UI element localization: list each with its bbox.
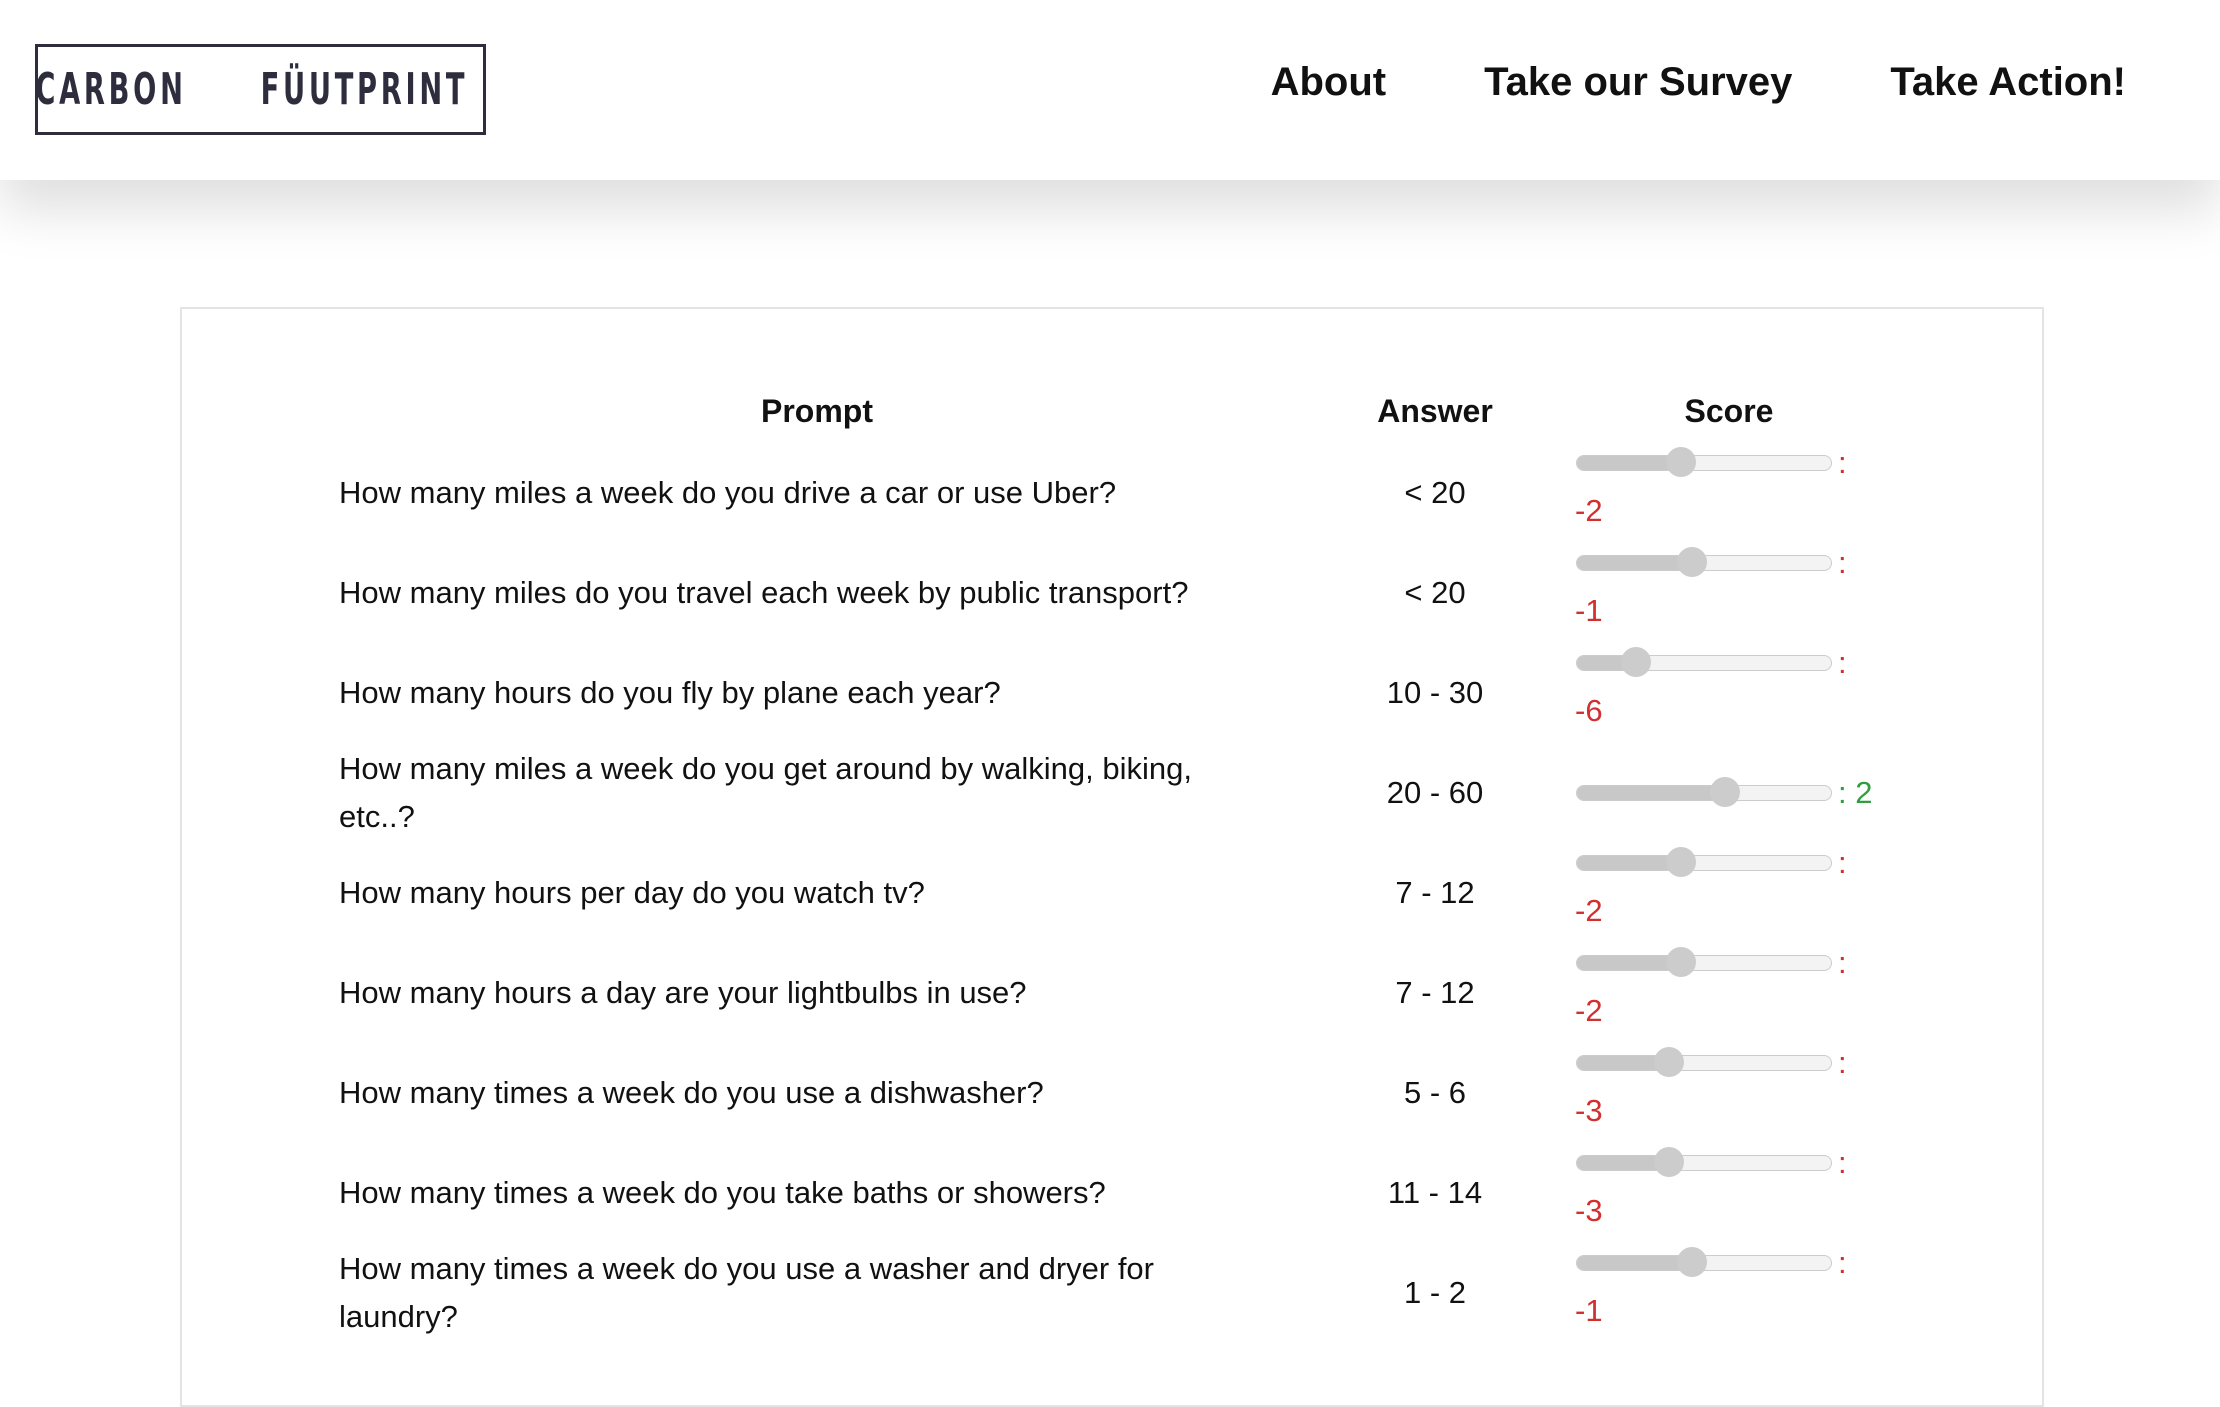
- slider-fill: [1577, 786, 1727, 800]
- score-separator: :: [1838, 845, 1847, 880]
- row-prompt: How many hours per day do you watch tv?: [339, 875, 925, 910]
- top-navbar: CARBON FÜUTPRINT About Take our Survey T…: [0, 0, 2220, 180]
- score-value: -2: [1575, 893, 1603, 928]
- carbon-footprint-logo[interactable]: CARBON FÜUTPRINT: [35, 44, 486, 135]
- score-slider[interactable]: [1576, 547, 1832, 577]
- slider-thumb[interactable]: [1710, 777, 1741, 807]
- logo-word-right: FÜUTPRINT: [260, 64, 469, 115]
- score-slider[interactable]: [1576, 1247, 1832, 1277]
- row-prompt: How many hours a day are your lightbulbs…: [339, 975, 1027, 1010]
- score-slider[interactable]: [1576, 447, 1832, 477]
- table-row: How many hours a day are your lightbulbs…: [0, 943, 2220, 1043]
- score-value: -2: [1575, 993, 1603, 1028]
- row-answer: 7 - 12: [1395, 975, 1475, 1010]
- table-row: How many times a week do you use a washe…: [0, 1243, 2220, 1343]
- score-slider[interactable]: [1576, 647, 1832, 677]
- row-prompt: How many times a week do you use a washe…: [339, 1251, 1154, 1334]
- table-row: How many times a week do you take baths …: [0, 1143, 2220, 1243]
- slider-fill: [1577, 556, 1693, 570]
- row-prompt: How many times a week do you take baths …: [339, 1175, 1106, 1210]
- score-separator: :: [1838, 945, 1847, 980]
- nav-take-action[interactable]: Take Action!: [1890, 60, 2126, 104]
- score-slider[interactable]: [1576, 777, 1832, 807]
- slider-track[interactable]: [1576, 655, 1832, 671]
- score-slider[interactable]: [1576, 1147, 1832, 1177]
- row-answer: < 20: [1404, 575, 1466, 610]
- row-prompt: How many miles a week do you get around …: [339, 751, 1192, 834]
- score-separator: :: [1838, 1245, 1847, 1280]
- slider-thumb[interactable]: [1665, 847, 1696, 877]
- slider-track[interactable]: [1576, 1055, 1832, 1071]
- slider-track[interactable]: [1576, 455, 1832, 471]
- nav-about[interactable]: About: [1271, 60, 1387, 104]
- slider-thumb[interactable]: [1620, 647, 1651, 677]
- score-value: 2: [1855, 775, 1873, 810]
- score-separator: :: [1838, 1145, 1847, 1180]
- slider-thumb[interactable]: [1676, 1247, 1707, 1277]
- score-separator: :: [1838, 645, 1847, 680]
- score-value: -2: [1575, 493, 1603, 528]
- table-row: How many times a week do you use a dishw…: [0, 1043, 2220, 1143]
- table-row: How many miles do you travel each week b…: [0, 543, 2220, 643]
- slider-thumb[interactable]: [1665, 947, 1696, 977]
- score-value: -3: [1575, 1093, 1603, 1128]
- logo-word-left: CARBON: [35, 64, 187, 115]
- slider-thumb[interactable]: [1654, 1147, 1685, 1177]
- row-answer: 7 - 12: [1395, 875, 1475, 910]
- row-answer: 20 - 60: [1386, 775, 1484, 810]
- score-separator: : 2: [1838, 775, 1873, 810]
- score-value: -1: [1575, 1293, 1603, 1328]
- row-answer: 10 - 30: [1386, 675, 1484, 710]
- slider-fill: [1577, 1256, 1693, 1270]
- row-answer: 11 - 14: [1387, 1175, 1483, 1210]
- slider-thumb[interactable]: [1676, 547, 1707, 577]
- column-header-answer: Answer: [1377, 393, 1493, 429]
- table-row: How many miles a week do you get around …: [0, 743, 2220, 843]
- slider-track[interactable]: [1576, 955, 1832, 971]
- score-slider[interactable]: [1576, 1047, 1832, 1077]
- score-slider[interactable]: [1576, 947, 1832, 977]
- row-prompt: How many hours do you fly by plane each …: [339, 675, 1001, 710]
- table-row: How many hours do you fly by plane each …: [0, 643, 2220, 743]
- row-answer: 1 - 2: [1403, 1275, 1467, 1310]
- nav-links: About Take our Survey Take Action!: [1271, 60, 2126, 104]
- table-row: How many miles a week do you drive a car…: [0, 443, 2220, 543]
- score-slider[interactable]: [1576, 847, 1832, 877]
- row-prompt: How many miles a week do you drive a car…: [339, 475, 1117, 510]
- score-value: -1: [1575, 593, 1603, 628]
- score-separator: :: [1838, 545, 1847, 580]
- slider-thumb[interactable]: [1665, 447, 1696, 477]
- table-row: How many hours per day do you watch tv? 7…: [0, 843, 2220, 943]
- score-separator: :: [1838, 445, 1847, 480]
- slider-track[interactable]: [1576, 1155, 1832, 1171]
- slider-thumb[interactable]: [1654, 1047, 1685, 1077]
- score-value: -3: [1575, 1193, 1603, 1228]
- row-prompt: How many miles do you travel each week b…: [339, 575, 1189, 610]
- score-separator: :: [1838, 1045, 1847, 1080]
- nav-take-survey[interactable]: Take our Survey: [1484, 60, 1792, 104]
- column-header-prompt: Prompt: [761, 393, 873, 429]
- column-header-score: Score: [1684, 393, 1774, 429]
- score-value: -6: [1575, 693, 1603, 728]
- slider-track[interactable]: [1576, 855, 1832, 871]
- row-answer: < 20: [1404, 475, 1466, 510]
- row-prompt: How many times a week do you use a dishw…: [339, 1075, 1044, 1110]
- row-answer: 5 - 6: [1403, 1075, 1467, 1110]
- slider-track[interactable]: [1576, 785, 1832, 801]
